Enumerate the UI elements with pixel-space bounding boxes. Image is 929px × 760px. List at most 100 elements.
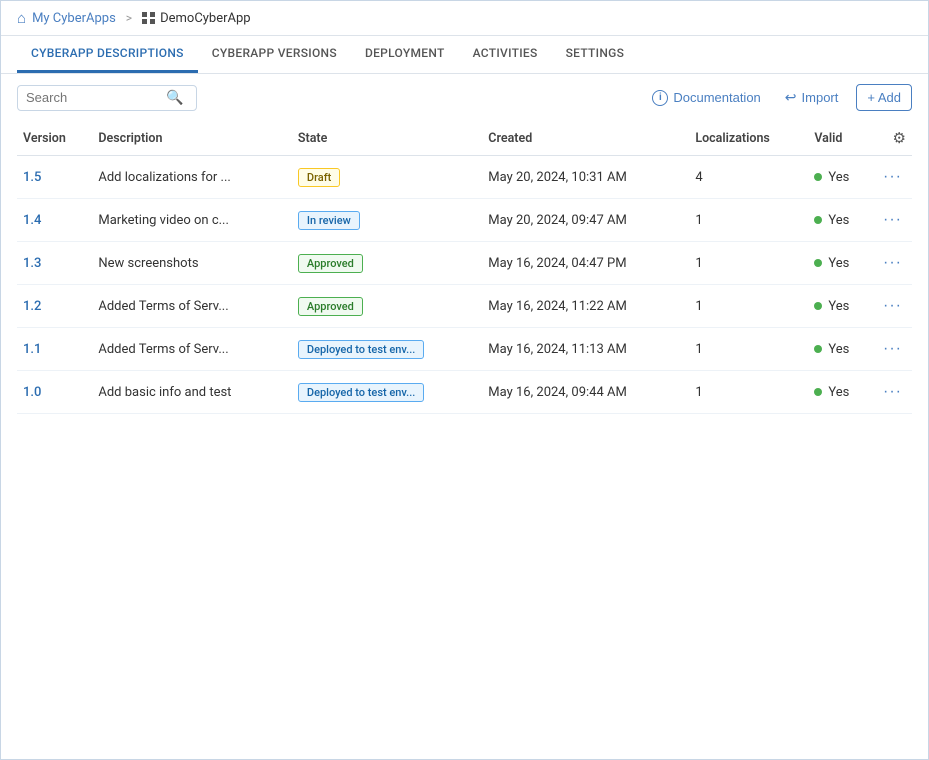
cell-more: ··· — [873, 328, 912, 371]
version-link[interactable]: 1.0 — [23, 385, 41, 400]
cell-description: Added Terms of Serv... — [92, 328, 292, 371]
version-link[interactable]: 1.2 — [23, 299, 41, 314]
version-link[interactable]: 1.3 — [23, 256, 41, 271]
cell-more: ··· — [873, 371, 912, 414]
app-frame: ⌂ My CyberApps > DemoCyberApp CYBERAPP D… — [0, 0, 929, 760]
search-icon[interactable]: 🔍 — [166, 90, 183, 106]
table-row: 1.5Add localizations for ...DraftMay 20,… — [17, 156, 912, 199]
info-icon: i — [652, 90, 668, 106]
col-header-valid: Valid — [808, 121, 873, 156]
state-badge: Draft — [298, 168, 340, 187]
cell-state: Deployed to test env... — [292, 371, 482, 414]
cell-localizations: 1 — [689, 328, 808, 371]
tab-activities[interactable]: ACTIVITIES — [459, 36, 552, 73]
table-row: 1.0 Add basic info and test Deployed to te… — [17, 371, 912, 414]
more-options-button[interactable]: ··· — [879, 166, 906, 188]
cell-version: 1.2 — [17, 285, 92, 328]
version-link[interactable]: 1.4 — [23, 213, 41, 228]
cell-state: Draft — [292, 156, 482, 199]
cell-more: ··· — [873, 156, 912, 199]
table-row: 1.3 New screenshots Approved May 16, 2024, … — [17, 242, 912, 285]
cell-valid: Yes — [808, 328, 873, 371]
valid-dot-icon — [814, 388, 822, 396]
cell-valid: Yes — [808, 371, 873, 414]
version-link[interactable]: 1.1 — [23, 342, 41, 357]
cell-description: Marketing video on c... — [92, 199, 292, 242]
tab-bar: CYBERAPP DESCRIPTIONS CYBERAPP VERSIONS … — [1, 36, 928, 74]
cell-localizations: 1 — [689, 199, 808, 242]
cell-version: 1.3 — [17, 242, 92, 285]
valid-dot-icon — [814, 345, 822, 353]
table-row: 1.2 Added Terms of Serv... Approved May 16,… — [17, 285, 912, 328]
valid-dot-icon — [814, 302, 822, 310]
cell-valid: Yes — [808, 242, 873, 285]
cell-more: ··· — [873, 242, 912, 285]
cell-more: ··· — [873, 199, 912, 242]
cell-version: 1.5 — [17, 156, 92, 199]
cell-localizations: 1 — [689, 285, 808, 328]
settings-gear-button[interactable]: ⚙ — [893, 129, 906, 147]
valid-dot-icon — [814, 216, 822, 224]
tab-deployment[interactable]: DEPLOYMENT — [351, 36, 459, 73]
cell-description: Added Terms of Serv... — [92, 285, 292, 328]
more-options-button[interactable]: ··· — [879, 252, 906, 274]
cell-created: May 16, 2024, 11:22 AM — [482, 285, 689, 328]
state-badge: Approved — [298, 297, 363, 316]
version-link[interactable]: 1.5 — [23, 170, 41, 185]
top-nav: ⌂ My CyberApps > DemoCyberApp — [1, 1, 928, 36]
col-header-state: State — [292, 121, 482, 156]
add-label: + Add — [867, 90, 901, 105]
import-button[interactable]: ↩ Import — [779, 85, 845, 110]
state-badge: Approved — [298, 254, 363, 273]
import-icon: ↩ — [785, 89, 797, 106]
breadcrumb-current-label: DemoCyberApp — [160, 11, 251, 26]
table-row: 1.1 Added Terms of Serv... Deployed to tes… — [17, 328, 912, 371]
cell-more: ··· — [873, 285, 912, 328]
state-badge: Deployed to test env... — [298, 383, 424, 402]
cell-valid: Yes — [808, 199, 873, 242]
home-icon: ⌂ — [17, 9, 26, 27]
cell-state: Approved — [292, 242, 482, 285]
breadcrumb-current: DemoCyberApp — [142, 11, 251, 26]
table-row: 1.4 Marketing video on c... In review May 2… — [17, 199, 912, 242]
cell-state: Deployed to test env... — [292, 328, 482, 371]
add-button[interactable]: + Add — [856, 84, 912, 111]
import-label: Import — [802, 90, 839, 105]
cell-created: May 16, 2024, 04:47 PM — [482, 242, 689, 285]
breadcrumb-home-link[interactable]: My CyberApps — [32, 11, 116, 26]
toolbar: 🔍 i Documentation ↩ Import + Add — [1, 74, 928, 121]
state-badge: In review — [298, 211, 360, 230]
tab-cyberapp-descriptions[interactable]: CYBERAPP DESCRIPTIONS — [17, 36, 198, 73]
documentation-button[interactable]: i Documentation — [646, 86, 766, 110]
more-options-button[interactable]: ··· — [879, 381, 906, 403]
descriptions-table: Version Description State Created Locali… — [17, 121, 912, 414]
cell-version: 1.4 — [17, 199, 92, 242]
cell-description: New screenshots — [92, 242, 292, 285]
more-options-button[interactable]: ··· — [879, 295, 906, 317]
grid-icon — [142, 12, 155, 25]
cell-created: May 20, 2024, 09:47 AM — [482, 199, 689, 242]
table-container: Version Description State Created Locali… — [1, 121, 928, 759]
cell-state: In review — [292, 199, 482, 242]
breadcrumb-separator: > — [126, 11, 132, 25]
cell-version: 1.0 — [17, 371, 92, 414]
tab-cyberapp-versions[interactable]: CYBERAPP VERSIONS — [198, 36, 351, 73]
cell-localizations: 1 — [689, 242, 808, 285]
valid-dot-icon — [814, 173, 822, 181]
state-badge: Deployed to test env... — [298, 340, 424, 359]
more-options-button[interactable]: ··· — [879, 338, 906, 360]
cell-description: Add basic info and test — [92, 371, 292, 414]
cell-state: Approved — [292, 285, 482, 328]
more-options-button[interactable]: ··· — [879, 209, 906, 231]
col-header-description: Description — [92, 121, 292, 156]
cell-localizations: 1 — [689, 371, 808, 414]
cell-localizations: 4 — [689, 156, 808, 199]
cell-created: May 20, 2024, 10:31 AM — [482, 156, 689, 199]
col-header-settings: ⚙ — [873, 121, 912, 156]
valid-dot-icon — [814, 259, 822, 267]
tab-settings[interactable]: SETTINGS — [552, 36, 639, 73]
cell-version: 1.1 — [17, 328, 92, 371]
search-input[interactable] — [26, 90, 166, 105]
cell-created: May 16, 2024, 11:13 AM — [482, 328, 689, 371]
search-box: 🔍 — [17, 85, 197, 111]
